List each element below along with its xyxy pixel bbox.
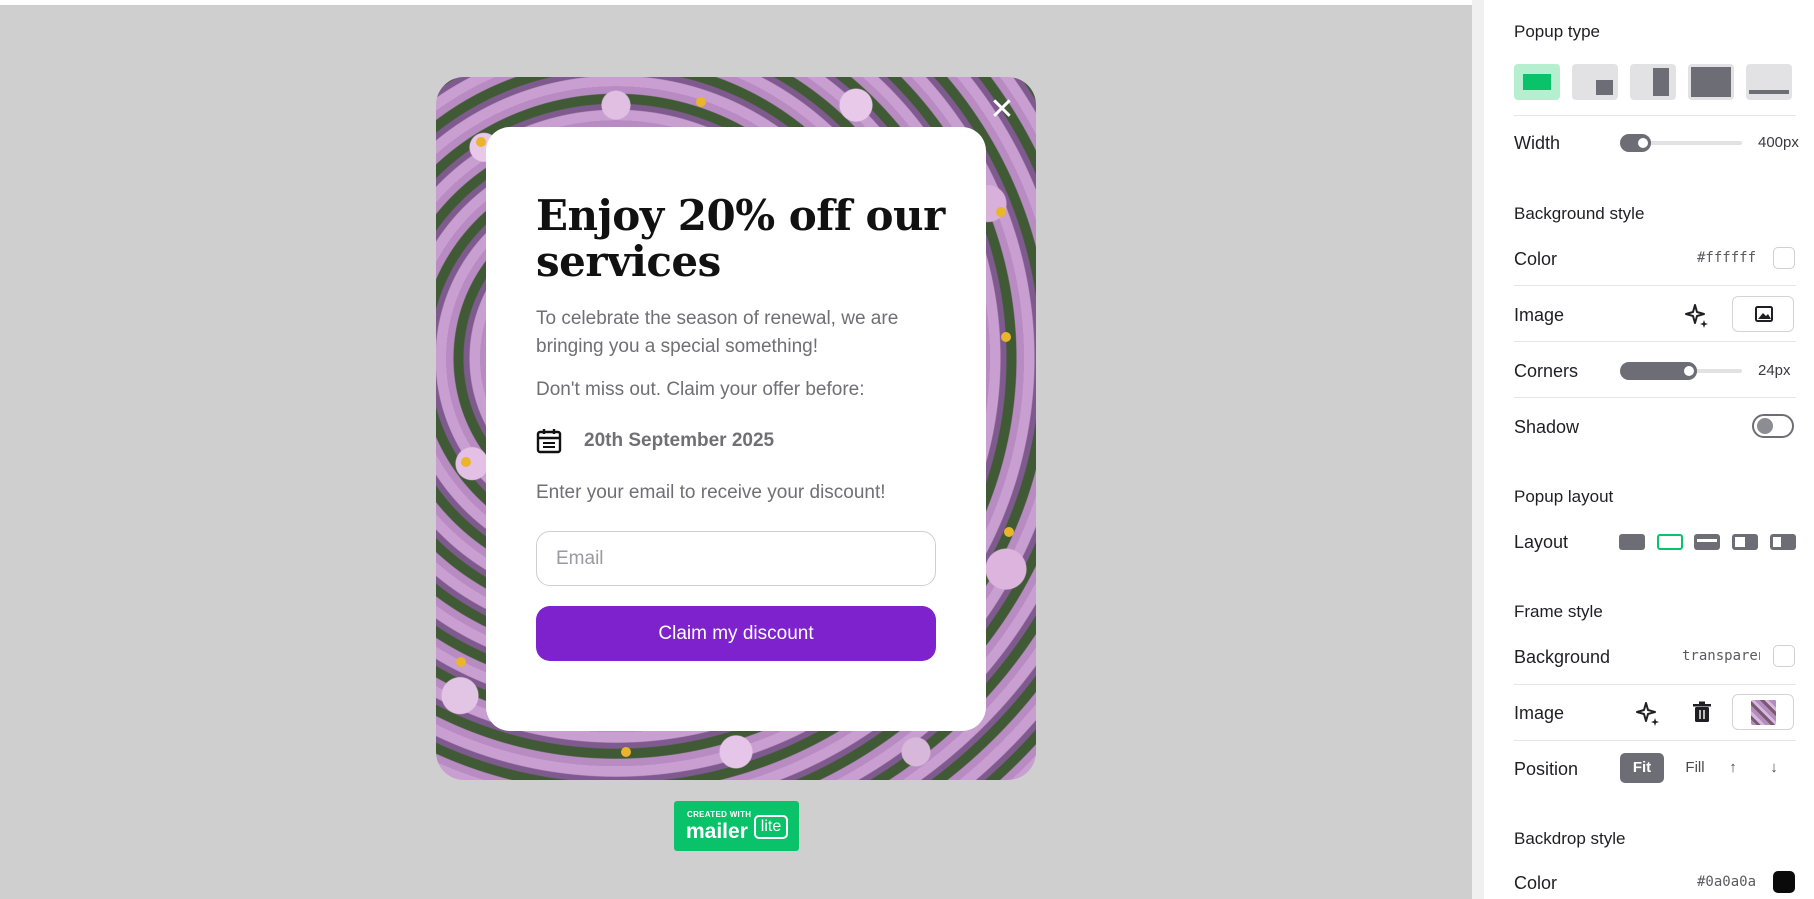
backdrop-color-value[interactable]: #0a0a0a xyxy=(1697,874,1756,890)
bg-color-value[interactable]: #ffffff xyxy=(1697,250,1756,266)
image-icon xyxy=(1755,306,1773,322)
flower-center xyxy=(476,137,486,147)
divider xyxy=(1514,341,1796,342)
toggle-knob xyxy=(1757,418,1773,434)
width-slider-handle[interactable] xyxy=(1635,135,1651,151)
corners-value: 24px xyxy=(1758,362,1791,379)
fullscreen-popup-icon xyxy=(1691,67,1731,97)
shadow-label: Shadow xyxy=(1514,417,1580,437)
section-title-frame-style: Frame style xyxy=(1514,602,1603,621)
arrow-down-icon[interactable]: ↓ xyxy=(1761,753,1787,783)
offer-end-date: 20th September 2025 xyxy=(584,430,775,451)
popup-type-bar[interactable] xyxy=(1746,64,1792,100)
popup-type-fullscreen[interactable] xyxy=(1688,64,1734,100)
frame-image-label: Image xyxy=(1514,703,1565,723)
trash-icon[interactable] xyxy=(1687,698,1717,728)
calendar-icon xyxy=(536,429,562,454)
popup-card: Enjoy 20% off our services To celebrate … xyxy=(486,127,986,731)
email-prompt: Enter your email to receive your discoun… xyxy=(536,482,886,503)
width-value: 400px xyxy=(1758,134,1799,151)
popup-type-centered[interactable] xyxy=(1514,64,1560,100)
layout-banner-stripe xyxy=(1697,539,1717,542)
sparkle-icon[interactable] xyxy=(1682,300,1712,330)
backdrop-color-swatch[interactable] xyxy=(1773,871,1795,893)
frame-background-swatch[interactable] xyxy=(1773,645,1795,667)
popup-type-corner[interactable] xyxy=(1572,64,1618,100)
popup-description: To celebrate the season of renewal, we a… xyxy=(536,308,899,357)
bg-image-label: Image xyxy=(1514,305,1565,325)
section-title-popup-type: Popup type xyxy=(1514,22,1601,41)
bg-color-label: Color xyxy=(1514,249,1558,269)
section-title-backdrop-style: Backdrop style xyxy=(1514,829,1626,848)
layout-full-icon[interactable] xyxy=(1619,534,1645,550)
badge-brand-tag: lite xyxy=(754,815,788,839)
corner-popup-icon xyxy=(1596,80,1613,95)
bg-image-upload-button[interactable] xyxy=(1732,296,1794,332)
badge-brand-main: mailer xyxy=(686,820,748,843)
section-title-background-style: Background style xyxy=(1514,204,1645,223)
claim-discount-button[interactable]: Claim my discount xyxy=(536,606,936,661)
popup-title: Enjoy 20% off our services xyxy=(536,191,945,286)
position-fit-button[interactable]: Fit xyxy=(1620,753,1664,783)
divider xyxy=(1514,684,1796,685)
layout-banner-icon[interactable] xyxy=(1694,534,1720,550)
width-label: Width xyxy=(1514,133,1561,153)
frame-image-thumbnail xyxy=(1751,700,1776,725)
flower-center xyxy=(461,457,471,467)
sparkle-icon[interactable] xyxy=(1633,698,1663,728)
divider xyxy=(1514,740,1796,741)
frame-background-label: Background xyxy=(1514,647,1611,667)
mailerlite-badge[interactable]: CREATED WITH mailer lite xyxy=(674,801,799,851)
popup-claim-before-text: Don't miss out. Claim your offer before: xyxy=(536,379,865,400)
canvas-top-border xyxy=(0,0,1472,5)
layout-left-panel xyxy=(1735,537,1745,547)
corners-label: Corners xyxy=(1514,361,1579,381)
divider xyxy=(1514,285,1796,286)
flower-center xyxy=(1001,332,1011,342)
flower-center xyxy=(621,747,631,757)
layout-label: Layout xyxy=(1514,532,1569,552)
corners-slider-handle[interactable] xyxy=(1681,363,1697,379)
position-label: Position xyxy=(1514,759,1579,779)
divider xyxy=(1514,397,1796,398)
section-title-popup-layout: Popup layout xyxy=(1514,487,1614,506)
shadow-toggle[interactable] xyxy=(1752,414,1794,438)
popup-type-side[interactable] xyxy=(1630,64,1676,100)
frame-image-thumbnail-button[interactable] xyxy=(1732,694,1794,730)
layout-left-image-icon[interactable] xyxy=(1732,534,1758,550)
flower-center xyxy=(1004,527,1014,537)
position-fill-button[interactable]: Fill xyxy=(1675,753,1715,783)
close-popup-button[interactable]: ✕ xyxy=(988,95,1016,125)
side-popup-icon xyxy=(1653,68,1669,96)
flower-center xyxy=(996,207,1006,217)
bar-popup-icon xyxy=(1749,90,1789,94)
layout-right-panel xyxy=(1773,537,1781,547)
email-field[interactable] xyxy=(536,531,936,586)
divider xyxy=(1514,115,1796,116)
bg-color-swatch[interactable] xyxy=(1773,247,1795,269)
arrow-up-icon[interactable]: ↑ xyxy=(1720,753,1746,783)
flower-center xyxy=(456,657,466,667)
corners-slider[interactable] xyxy=(1620,362,1742,380)
flower-center xyxy=(696,97,706,107)
centered-popup-icon xyxy=(1523,74,1551,90)
layout-right-image-icon[interactable] xyxy=(1770,534,1796,550)
layout-outline-icon[interactable] xyxy=(1657,534,1683,550)
width-slider[interactable] xyxy=(1620,134,1742,152)
frame-background-value[interactable]: transparent xyxy=(1682,648,1760,664)
badge-created-with: CREATED WITH xyxy=(687,810,752,819)
backdrop-color-label: Color xyxy=(1514,873,1558,893)
